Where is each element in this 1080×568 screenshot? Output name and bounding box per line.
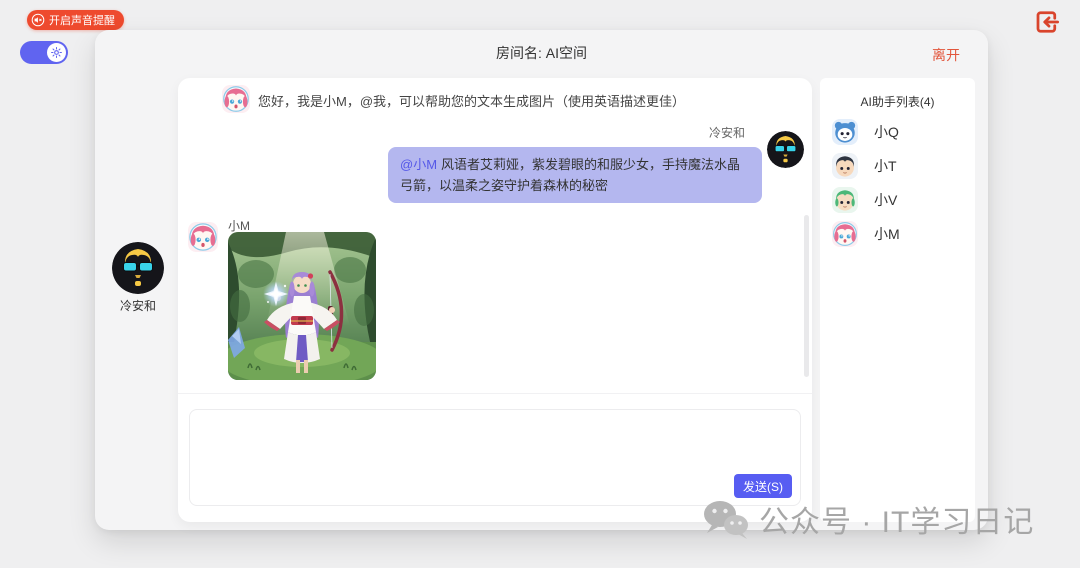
user-message-avatar (767, 131, 804, 168)
mention-tag: @小M (400, 157, 438, 172)
sidebar-item-assistant-m[interactable]: 小M (820, 217, 975, 251)
assistant-v-avatar (832, 187, 858, 213)
leave-room-button[interactable]: 离开 (932, 45, 960, 65)
assistant-list-title: AI助手列表(4) (860, 95, 935, 109)
enable-sound-alert-label: 开启声音提醒 (49, 15, 115, 27)
chat-scrollbar-thumb[interactable] (804, 215, 809, 377)
chat-panel: 您好，我是小M，@我，可以帮助您的文本生成图片（使用英语描述更佳） 冷安和 @小… (178, 78, 812, 522)
exit-room-button[interactable] (1031, 6, 1063, 38)
sidebar-item-assistant-t[interactable]: 小T (820, 149, 975, 183)
bot-greeting-text: 您好，我是小M，@我，可以帮助您的文本生成图片（使用英语描述更佳） (258, 94, 686, 109)
theme-toggle[interactable] (20, 41, 68, 64)
exit-door-icon (1031, 7, 1063, 37)
message-list: 您好，我是小M，@我，可以帮助您的文本生成图片（使用英语描述更佳） 冷安和 @小… (178, 78, 812, 393)
assistant-list: 小Q 小T 小V 小M (820, 115, 975, 251)
speaker-muted-icon (31, 13, 45, 27)
assistant-name: 小M (874, 226, 900, 242)
sun-icon (51, 47, 62, 58)
assistant-t-avatar (832, 153, 858, 179)
watermark-text: 公众号 · IT学习日记 (759, 506, 1035, 539)
room-header: 房间名: AI空间 (95, 30, 988, 76)
chat-room-modal: 房间名: AI空间 离开 冷安和 您好，我是小M，@我，可以帮助您的文本生成图片… (95, 30, 988, 530)
user-message-sender: 冷安和 (708, 126, 745, 140)
assistant-name: 小V (874, 192, 898, 208)
assistant-sidebar: AI助手列表(4) 小Q 小T 小V 小M (820, 78, 975, 522)
input-divider (178, 393, 812, 394)
watermark: 公众号 · IT学习日记 (703, 497, 1034, 541)
generated-image[interactable] (228, 232, 376, 380)
assistant-m-avatar (832, 221, 858, 247)
toggle-knob (47, 43, 66, 62)
assistant-name: 小Q (874, 124, 899, 140)
message-input[interactable] (190, 410, 800, 472)
user-message-bubble: @小M 风语者艾莉娅，紫发碧眼的和服少女，手持魔法水晶弓箭，以温柔之姿守护着森林的… (388, 147, 762, 203)
enable-sound-alert-button[interactable]: 开启声音提醒 (27, 10, 124, 30)
room-title: 房间名: AI空间 (495, 45, 587, 61)
sidebar-item-assistant-q[interactable]: 小Q (820, 115, 975, 149)
assistant-m-avatar (222, 85, 250, 113)
wechat-icon (703, 499, 749, 539)
assistant-name: 小T (874, 158, 897, 174)
assistant-q-avatar (832, 119, 858, 145)
user-message-text: 风语者艾莉娅，紫发碧眼的和服少女，手持魔法水晶弓箭，以温柔之姿守护着森林的秘密 (400, 157, 741, 193)
message-input-area: 发送(S) (189, 409, 801, 506)
assistant-m-avatar (188, 222, 218, 252)
sidebar-item-assistant-v[interactable]: 小V (820, 183, 975, 217)
send-button[interactable]: 发送(S) (734, 474, 792, 498)
member-avatar (112, 242, 164, 294)
member-name: 冷安和 (119, 299, 156, 313)
